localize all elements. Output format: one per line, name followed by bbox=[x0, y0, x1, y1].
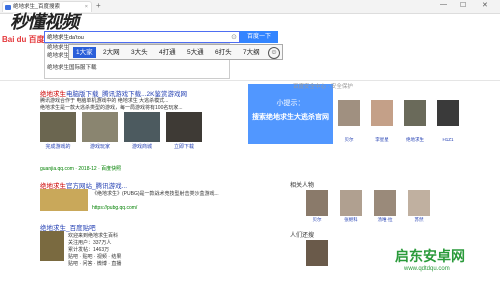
tieba-info: 欢迎来到绝地求生百科 bbox=[68, 233, 119, 239]
person-caption[interactable]: 张继科 bbox=[336, 217, 366, 223]
ime-candidate[interactable]: 2大网 bbox=[103, 47, 120, 58]
thumb-caption[interactable]: 完成游戏的 bbox=[40, 143, 76, 150]
tip-heading: 小提示： bbox=[276, 100, 305, 107]
people-also-search-heading: 人们还搜 bbox=[290, 233, 315, 239]
thumb-caption[interactable]: 游戏玩家 bbox=[82, 143, 118, 150]
result-thumb[interactable] bbox=[124, 112, 160, 142]
person-caption[interactable]: 绝地求生 bbox=[400, 137, 430, 143]
result-thumb[interactable] bbox=[40, 231, 64, 261]
minimize-button[interactable]: — bbox=[440, 1, 447, 8]
ime-candidate[interactable]: 7大纲 bbox=[243, 47, 260, 58]
ime-candidate[interactable]: 1大家 bbox=[73, 47, 96, 58]
person-caption[interactable]: 贝尔 bbox=[302, 217, 332, 223]
search-box[interactable]: ⊙ bbox=[44, 31, 240, 43]
person-image[interactable] bbox=[404, 100, 426, 126]
site-logo: 启东安卓网 bbox=[395, 248, 465, 264]
tieba-info: 累计发帖：1463万 bbox=[68, 247, 110, 253]
tip-body: 搜索绝地求生大逃杀官网 bbox=[252, 114, 329, 121]
site-url: www.qdtdqu.com bbox=[404, 266, 450, 272]
person-image[interactable] bbox=[371, 100, 393, 126]
person-image[interactable] bbox=[340, 190, 362, 216]
person-image[interactable] bbox=[374, 190, 396, 216]
tieba-links[interactable]: 贴吧 · 贴吧 · 视频 · 结果 bbox=[68, 253, 121, 260]
maximize-button[interactable]: ☐ bbox=[460, 1, 466, 9]
related-people-heading: 相关人物 bbox=[290, 183, 315, 189]
close-window-button[interactable]: ✕ bbox=[482, 1, 488, 9]
tip-overlay: 小提示： 搜索绝地求生大逃杀官网 bbox=[248, 84, 333, 144]
result-thumb[interactable] bbox=[40, 189, 88, 211]
ime-candidate[interactable]: 5大通 bbox=[187, 47, 204, 58]
ime-candidate[interactable]: 6打头 bbox=[215, 47, 232, 58]
result-thumb[interactable] bbox=[166, 112, 202, 142]
tieba-info: 关注用户：337万人 bbox=[68, 240, 112, 246]
tab-close-icon[interactable]: × bbox=[85, 2, 88, 12]
ime-candidate[interactable]: 3大头 bbox=[131, 47, 148, 58]
result-thumb[interactable] bbox=[40, 112, 76, 142]
search-input[interactable] bbox=[45, 32, 227, 42]
thumb-caption[interactable]: 游戏商城 bbox=[124, 143, 160, 150]
person-caption[interactable]: H1Z1 bbox=[433, 137, 463, 142]
result-url[interactable]: https://pubg.qq.com/ bbox=[92, 205, 137, 211]
person-image[interactable] bbox=[306, 240, 328, 266]
result-desc: 腾讯游戏合作于 电脑单机游戏中的 绝地求生 大逃杀模式... bbox=[40, 98, 169, 104]
search-button[interactable]: 百度一下 bbox=[240, 31, 278, 43]
emoji-icon[interactable]: ☺ bbox=[268, 47, 280, 59]
person-image[interactable] bbox=[306, 190, 328, 216]
person-caption[interactable]: 苏然 bbox=[404, 217, 434, 223]
person-image[interactable] bbox=[437, 100, 459, 126]
new-tab-button[interactable]: + bbox=[96, 1, 101, 10]
tieba-links[interactable]: 贴吧 · 问答 · 微博 · 直播 bbox=[68, 260, 121, 267]
baidu-logo[interactable]: Bai du 百度 bbox=[2, 34, 45, 45]
person-caption[interactable]: 李星星 bbox=[367, 137, 397, 143]
person-image[interactable] bbox=[408, 190, 430, 216]
ime-candidate-bar: 1大家 2大网 3大头 4打通 5大通 6打头 7大纲 ☺ bbox=[68, 44, 283, 60]
person-caption[interactable]: 汤唯·拉 bbox=[370, 217, 400, 223]
ime-candidate[interactable]: 4打通 bbox=[159, 47, 176, 58]
baidu-safe-text[interactable]: 百度安全中心 · 安全保护 bbox=[293, 82, 383, 92]
result-desc: 绝地求生是一款大逃杀类型的游戏，每一局游戏将有100名玩家... bbox=[40, 105, 183, 111]
camera-icon[interactable]: ⊙ bbox=[231, 33, 237, 41]
result-desc: 《绝地求生》(PUBG)是一款战术竞技型射击类沙盒游戏... bbox=[92, 191, 219, 197]
person-caption[interactable]: 贝尔 bbox=[334, 137, 364, 143]
header-divider bbox=[0, 80, 500, 81]
suggestion-item[interactable]: 绝地求生国际服下载 bbox=[45, 64, 229, 72]
result-url[interactable]: guanjia.qq.com · 2018-12 · 百度快照 bbox=[40, 165, 121, 172]
thumb-caption[interactable]: 立即下载 bbox=[166, 143, 202, 150]
result-thumb[interactable] bbox=[82, 112, 118, 142]
person-image[interactable] bbox=[338, 100, 360, 126]
